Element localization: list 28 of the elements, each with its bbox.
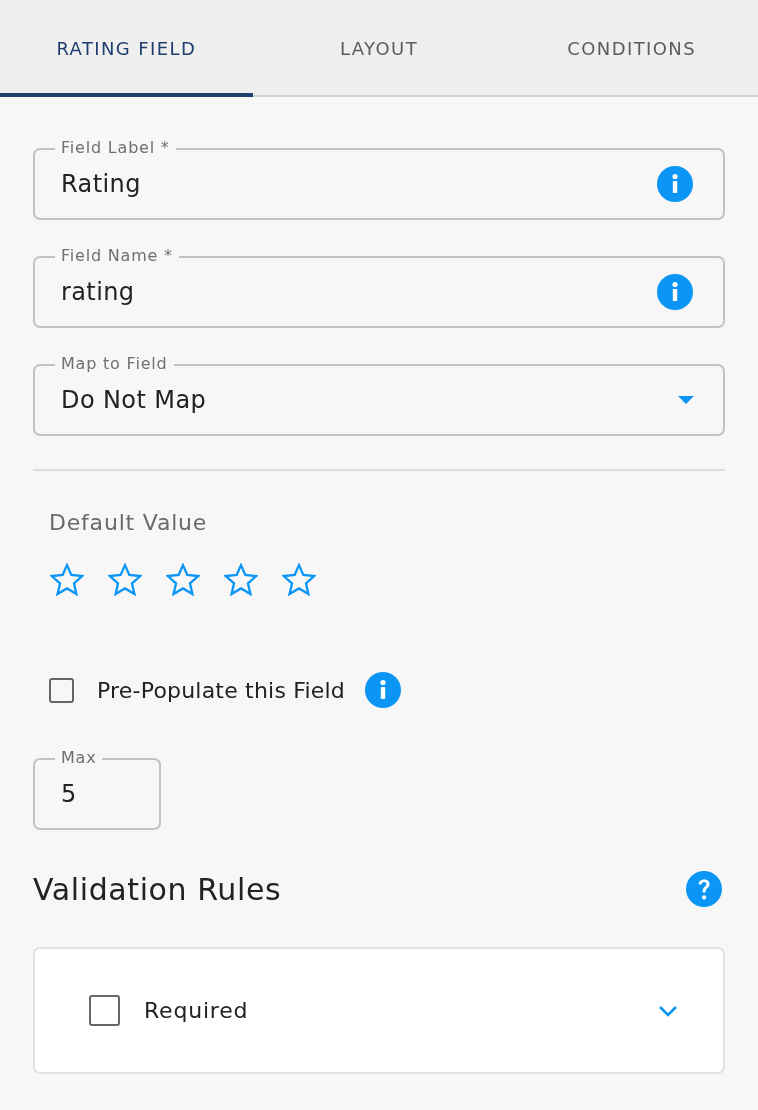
star-icon[interactable] xyxy=(108,563,142,596)
section-title: Validation Rules xyxy=(33,871,282,907)
star-icon[interactable] xyxy=(224,563,258,596)
number-field[interactable]: Max 5 xyxy=(33,747,161,830)
star-icon[interactable] xyxy=(282,563,316,596)
checkbox[interactable] xyxy=(49,677,74,703)
tab[interactable]: LAYOUT xyxy=(252,0,506,97)
select-field[interactable]: Map to Field Do Not Map xyxy=(33,353,725,436)
rule-label: Required xyxy=(144,998,250,1023)
field-value: rating xyxy=(61,278,136,306)
checkbox[interactable] xyxy=(89,995,120,1026)
checkbox-label: Pre-Populate this Field xyxy=(97,677,346,703)
field-value: Rating xyxy=(61,170,142,198)
tab[interactable]: CONDITIONS xyxy=(505,0,758,97)
tab[interactable]: RATING FIELD xyxy=(0,0,253,97)
help-icon[interactable] xyxy=(686,871,722,907)
info-icon[interactable] xyxy=(657,274,693,310)
star-icon[interactable] xyxy=(166,563,200,596)
default-value-label: Default Value xyxy=(49,509,208,537)
info-icon[interactable] xyxy=(657,166,693,202)
chevron-icon[interactable] xyxy=(658,1004,678,1017)
field-value: 5 xyxy=(61,780,77,808)
text-field[interactable]: Field Label * Rating xyxy=(33,137,725,220)
field-value: Do Not Map xyxy=(61,386,208,414)
star-icon[interactable] xyxy=(50,563,84,596)
info-icon[interactable] xyxy=(365,672,402,708)
dropdown-caret-icon[interactable] xyxy=(678,396,694,404)
text-field[interactable]: Field Name * rating xyxy=(33,245,725,328)
